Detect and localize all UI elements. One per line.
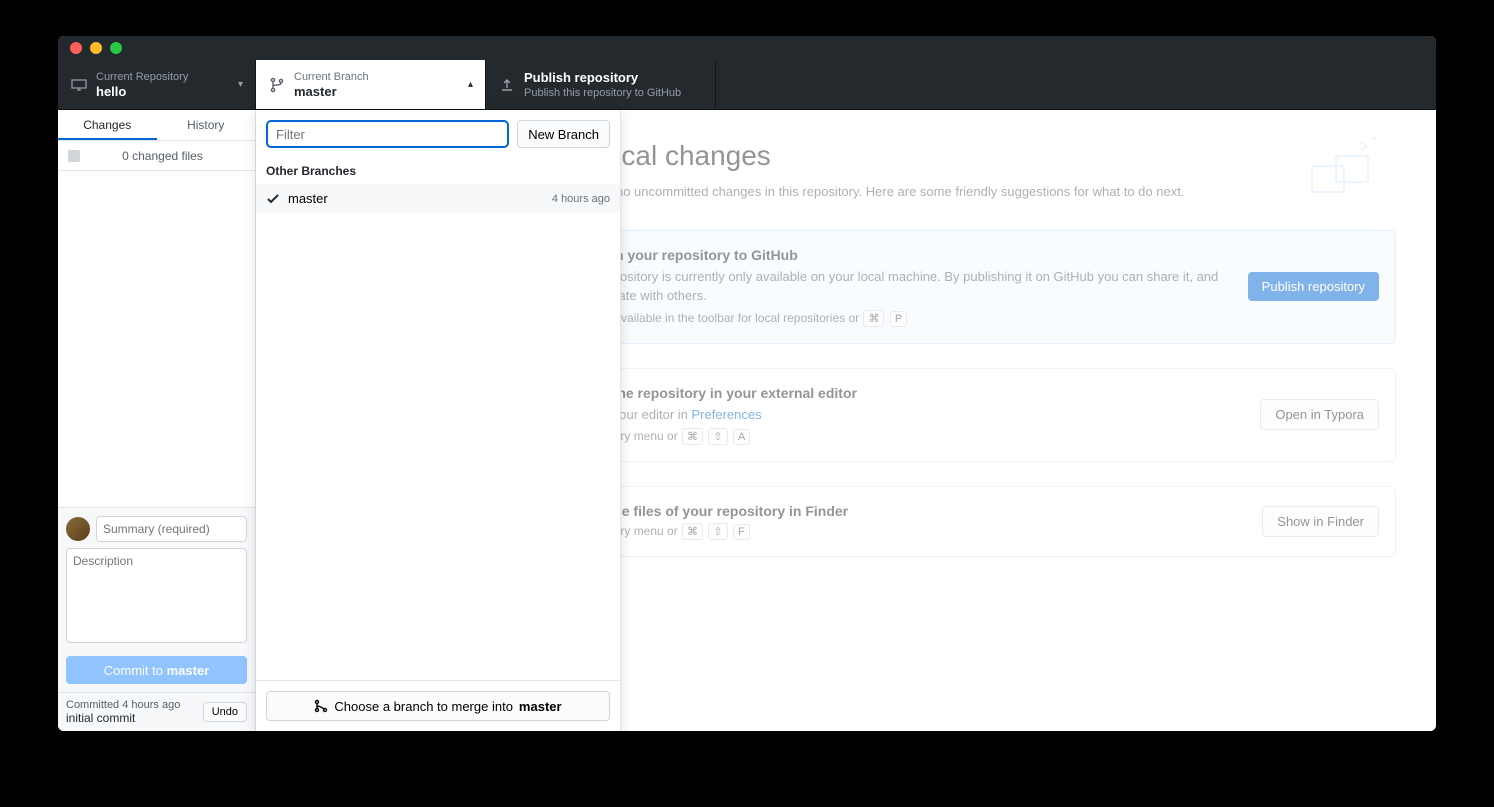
- sidebar-tabs: Changes History: [58, 110, 255, 141]
- branch-selector[interactable]: Current Branch master ▴: [256, 60, 486, 109]
- select-all-checkbox[interactable]: [68, 150, 80, 162]
- chevron-up-icon: ▴: [468, 79, 473, 90]
- undo-time: Committed 4 hours ago: [66, 699, 180, 711]
- toolbar: Current Repository hello ▾ Current Branc…: [58, 60, 1436, 110]
- branch-popover: New Branch Other Branches master 4 hours…: [256, 110, 621, 731]
- zoom-window-button[interactable]: [110, 42, 122, 54]
- desktop-icon: [70, 77, 88, 93]
- merge-into-button[interactable]: Choose a branch to merge into master: [266, 691, 610, 721]
- branch-list-item[interactable]: master 4 hours ago: [256, 184, 620, 213]
- tab-changes[interactable]: Changes: [58, 110, 157, 140]
- publish-label: Publish repository: [524, 70, 681, 86]
- commit-summary-input[interactable]: [96, 516, 247, 542]
- avatar: [66, 517, 90, 541]
- sidebar: Changes History 0 changed files Commit t…: [58, 110, 256, 731]
- commit-description-input[interactable]: [66, 548, 247, 643]
- publish-sub: Publish this repository to GitHub: [524, 86, 681, 100]
- branch-filter-input[interactable]: [266, 120, 509, 148]
- git-merge-icon: [314, 699, 328, 713]
- traffic-lights: [70, 42, 122, 54]
- titlebar: [58, 36, 1436, 60]
- changed-files-count: 0 changed files: [90, 149, 235, 163]
- app-window: Current Repository hello ▾ Current Branc…: [58, 36, 1436, 731]
- repo-selector[interactable]: Current Repository hello ▾: [58, 60, 256, 109]
- commit-button[interactable]: Commit to master: [66, 656, 247, 684]
- branch-name: master: [288, 191, 552, 206]
- changed-files-bar: 0 changed files: [58, 141, 255, 171]
- undo-button[interactable]: Undo: [203, 702, 247, 722]
- git-branch-icon: [268, 77, 286, 93]
- branch-name: master: [294, 84, 369, 100]
- new-branch-button[interactable]: New Branch: [517, 120, 610, 148]
- upload-icon: [498, 77, 516, 93]
- undo-message: initial commit: [66, 711, 180, 725]
- branch-label: Current Branch: [294, 70, 369, 84]
- minimize-window-button[interactable]: [90, 42, 102, 54]
- publish-button[interactable]: Publish repository Publish this reposito…: [486, 60, 716, 109]
- tab-history[interactable]: History: [157, 110, 256, 140]
- undo-bar: Committed 4 hours ago initial commit Und…: [58, 692, 255, 731]
- check-icon: [266, 192, 282, 206]
- commit-form: Commit to master: [58, 507, 255, 692]
- close-window-button[interactable]: [70, 42, 82, 54]
- branch-time: 4 hours ago: [552, 193, 610, 205]
- chevron-down-icon: ▾: [238, 79, 243, 90]
- repo-label: Current Repository: [96, 70, 188, 84]
- repo-name: hello: [96, 84, 188, 100]
- branch-list-header: Other Branches: [256, 158, 620, 184]
